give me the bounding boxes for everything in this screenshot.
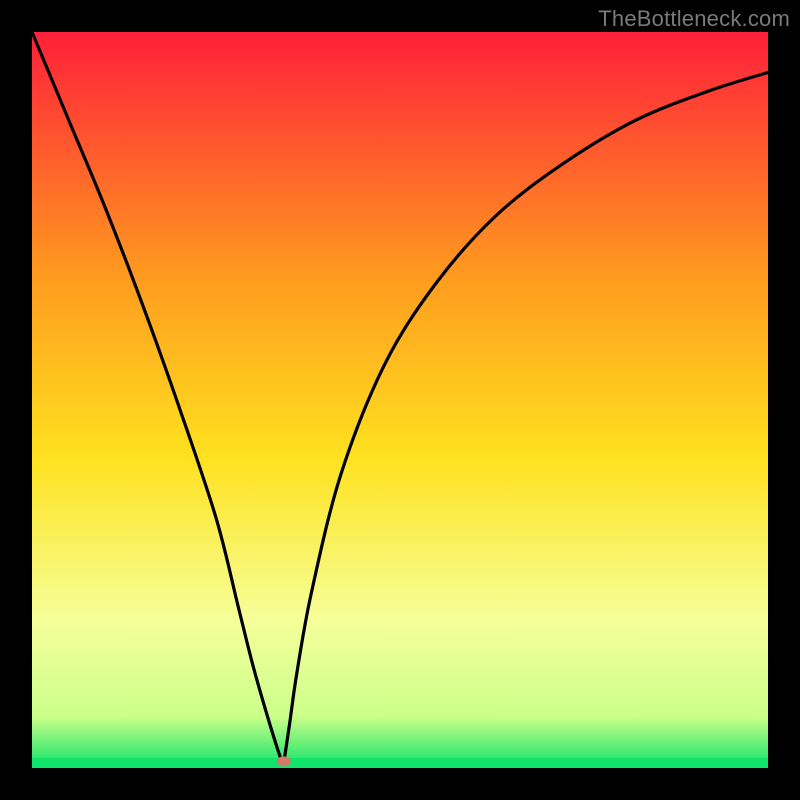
bottom-green-bar <box>32 758 768 768</box>
watermark-text: TheBottleneck.com <box>598 6 790 32</box>
chart-frame <box>32 32 768 768</box>
gradient-background <box>32 32 768 768</box>
minimum-marker <box>277 756 291 766</box>
bottleneck-curve-chart <box>32 32 768 768</box>
